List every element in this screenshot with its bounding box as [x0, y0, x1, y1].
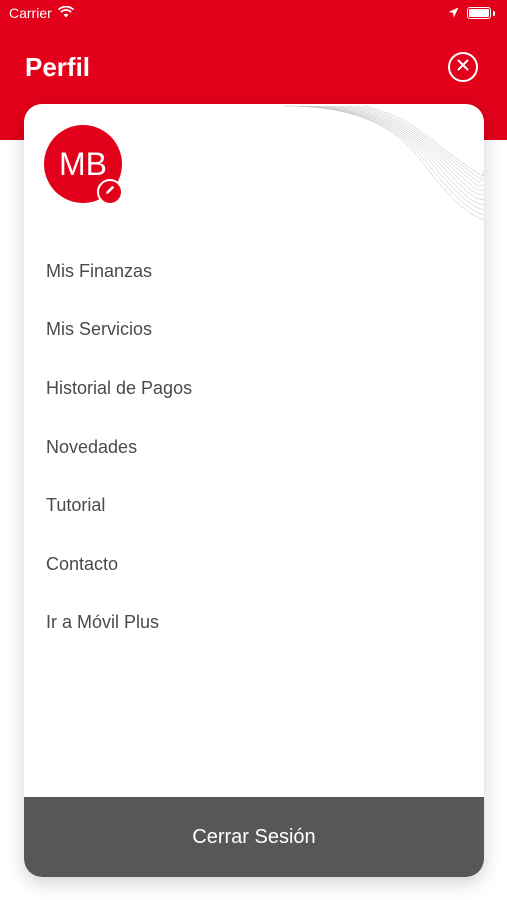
wifi-icon [57, 5, 74, 21]
menu-item-label: Tutorial [46, 495, 106, 516]
menu-item-novedades[interactable]: Novedades [46, 418, 466, 477]
menu-item-label: Mis Finanzas [46, 260, 153, 281]
menu-item-historial-de-pagos[interactable]: Historial de Pagos [46, 359, 466, 418]
pencil-icon [104, 183, 116, 201]
battery-icon [467, 7, 491, 19]
menu-item-mis-servicios[interactable]: Mis Servicios [46, 301, 466, 360]
edit-avatar-button[interactable] [97, 179, 123, 205]
menu-item-tutorial[interactable]: Tutorial [46, 476, 466, 535]
logout-button[interactable]: Cerrar Sesión [24, 797, 484, 877]
menu-item-ir-a-movil-plus[interactable]: Ir a Móvil Plus [46, 594, 466, 653]
page-title: Perfil [25, 52, 91, 82]
profile-menu: Mis Finanzas Mis Servicios Historial de … [46, 242, 466, 652]
status-bar: Carrier [0, 0, 507, 28]
menu-item-contacto[interactable]: Contacto [46, 535, 466, 594]
menu-item-label: Ir a Móvil Plus [46, 612, 160, 633]
menu-item-label: Novedades [46, 436, 138, 457]
close-button[interactable] [448, 52, 478, 82]
menu-item-mis-finanzas[interactable]: Mis Finanzas [46, 242, 466, 301]
decorative-wave [284, 105, 484, 221]
carrier-label: Carrier [9, 5, 52, 21]
close-icon [457, 58, 469, 76]
menu-item-label: Mis Servicios [46, 319, 153, 340]
avatar-initials: MB [59, 145, 107, 182]
menu-item-label: Contacto [46, 553, 119, 574]
profile-card: MB Mis Finanzas Mis Servicios Historial … [24, 104, 484, 877]
location-arrow-icon [448, 5, 459, 21]
menu-item-label: Historial de Pagos [46, 377, 193, 398]
